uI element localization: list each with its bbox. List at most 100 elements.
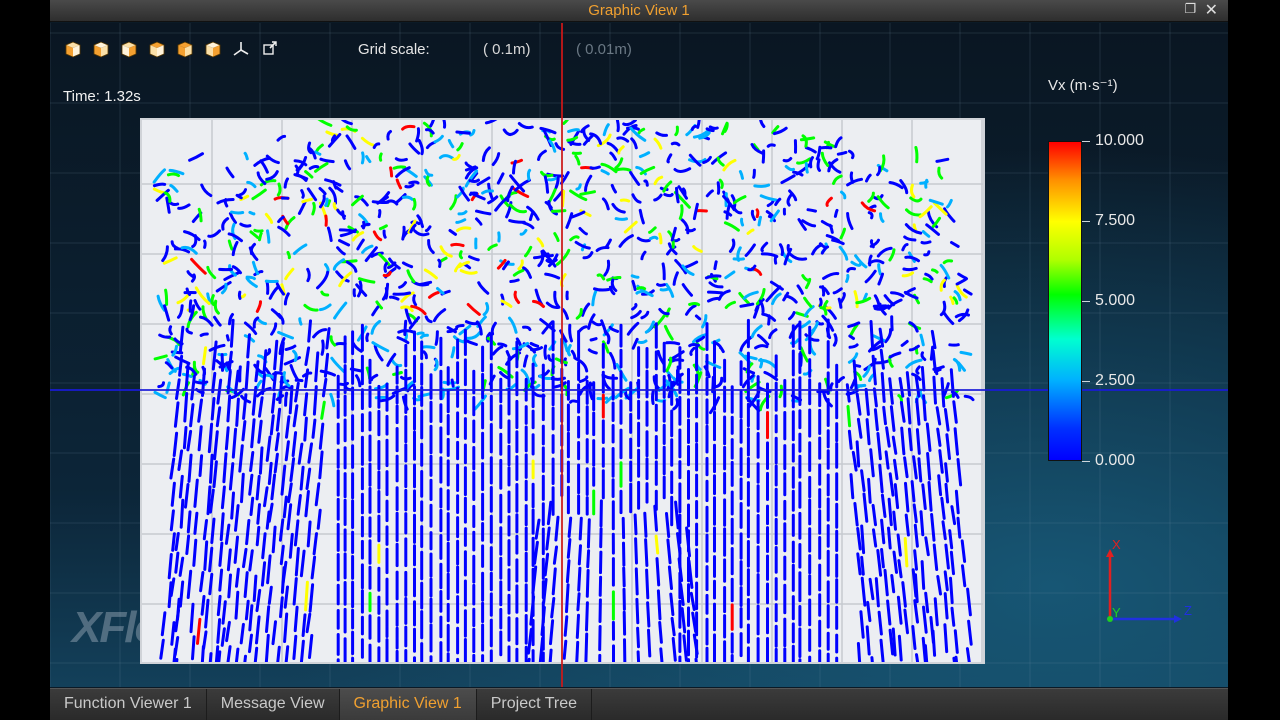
streakline bbox=[272, 371, 278, 392]
streakline bbox=[577, 566, 582, 592]
streakline bbox=[243, 654, 247, 662]
streakline bbox=[864, 269, 877, 284]
streakline bbox=[305, 467, 312, 490]
close-icon[interactable]: ✕ bbox=[1205, 0, 1218, 19]
streakline bbox=[185, 327, 193, 335]
streakline bbox=[203, 540, 209, 571]
streakline bbox=[922, 277, 933, 284]
streakline bbox=[189, 602, 195, 634]
streakline bbox=[308, 583, 315, 613]
streakline bbox=[832, 333, 838, 347]
streakline bbox=[880, 493, 887, 518]
streakline bbox=[522, 266, 532, 279]
streakline bbox=[255, 474, 261, 501]
streakline bbox=[767, 314, 771, 326]
streakline bbox=[264, 212, 274, 224]
view-bottom-icon[interactable] bbox=[202, 38, 224, 60]
streakline bbox=[282, 371, 291, 388]
streakline bbox=[907, 427, 913, 452]
view-back-icon[interactable] bbox=[90, 38, 112, 60]
tab-graphic-view[interactable]: Graphic View 1 bbox=[339, 689, 477, 720]
streakline bbox=[299, 639, 305, 662]
streakline bbox=[229, 318, 235, 348]
streakline bbox=[303, 368, 310, 389]
streakline bbox=[635, 597, 640, 625]
streakline bbox=[921, 230, 931, 238]
colorbar-title: Vx (m·s⁻¹) bbox=[1048, 77, 1118, 94]
streakline bbox=[654, 534, 660, 555]
streakline bbox=[258, 232, 263, 242]
streakline bbox=[865, 418, 871, 446]
streakline bbox=[233, 535, 239, 564]
streakline bbox=[927, 481, 933, 512]
streakline bbox=[240, 472, 245, 504]
streakline bbox=[286, 250, 291, 260]
streakline bbox=[891, 627, 897, 657]
streakline bbox=[284, 344, 297, 351]
streakline bbox=[910, 480, 916, 503]
streakline bbox=[186, 569, 193, 599]
vertical-section-line[interactable] bbox=[561, 23, 563, 687]
streakline bbox=[550, 597, 556, 619]
tab-project-tree[interactable]: Project Tree bbox=[477, 689, 593, 720]
streakline bbox=[287, 482, 293, 504]
streakline bbox=[587, 348, 598, 355]
streakline bbox=[410, 304, 427, 316]
streakline bbox=[952, 400, 958, 424]
streakline bbox=[887, 526, 892, 550]
streakline bbox=[575, 640, 580, 662]
streakline bbox=[760, 241, 769, 253]
tab-function-viewer[interactable]: Function Viewer 1 bbox=[50, 689, 207, 720]
streakline bbox=[416, 331, 425, 336]
fit-view-icon[interactable] bbox=[258, 38, 280, 60]
streakline bbox=[230, 210, 245, 215]
streakline bbox=[197, 398, 203, 423]
streakline bbox=[251, 260, 260, 276]
streakline bbox=[757, 215, 762, 227]
view-top-icon[interactable] bbox=[174, 38, 196, 60]
streakline bbox=[178, 580, 185, 608]
streakline bbox=[448, 229, 457, 236]
streakline bbox=[903, 608, 909, 635]
streakline bbox=[238, 365, 242, 383]
z-axis-label: Z bbox=[1184, 603, 1192, 618]
streakline bbox=[362, 220, 366, 230]
streakline bbox=[942, 259, 954, 265]
streakline bbox=[186, 429, 193, 452]
tab-message-view[interactable]: Message View bbox=[207, 689, 340, 720]
streakline bbox=[656, 589, 662, 621]
streakline bbox=[509, 278, 520, 283]
streakline bbox=[888, 248, 896, 262]
streakline bbox=[468, 255, 480, 262]
streakline bbox=[174, 551, 180, 574]
streakline bbox=[386, 130, 392, 141]
streakline bbox=[305, 612, 312, 634]
streakline bbox=[634, 537, 638, 565]
streakline bbox=[227, 573, 232, 599]
streakline bbox=[225, 334, 230, 342]
streakline bbox=[924, 178, 929, 189]
streakline bbox=[543, 344, 548, 360]
streakline bbox=[622, 566, 626, 588]
axes-icon[interactable] bbox=[230, 38, 252, 60]
streakline bbox=[330, 356, 346, 373]
streakline bbox=[184, 483, 190, 509]
streakline bbox=[661, 262, 666, 281]
streakline bbox=[169, 457, 176, 480]
streakline bbox=[936, 575, 942, 596]
streakline bbox=[325, 327, 331, 350]
streakline bbox=[457, 210, 468, 216]
streakline bbox=[255, 615, 261, 645]
view-left-icon[interactable] bbox=[118, 38, 140, 60]
restore-icon[interactable]: ❐ bbox=[1184, 2, 1196, 17]
streakline bbox=[672, 398, 680, 411]
streakline bbox=[365, 155, 372, 164]
graphic-viewport[interactable]: Grid scale: ( 0.1m) ( 0.01m) Time: 1.32s… bbox=[50, 23, 1228, 687]
streakline bbox=[183, 392, 189, 423]
streakline bbox=[292, 577, 298, 606]
streakline bbox=[259, 159, 269, 174]
streakline bbox=[267, 502, 274, 523]
view-front-icon[interactable] bbox=[62, 38, 84, 60]
view-right-icon[interactable] bbox=[146, 38, 168, 60]
streakline bbox=[210, 397, 216, 421]
